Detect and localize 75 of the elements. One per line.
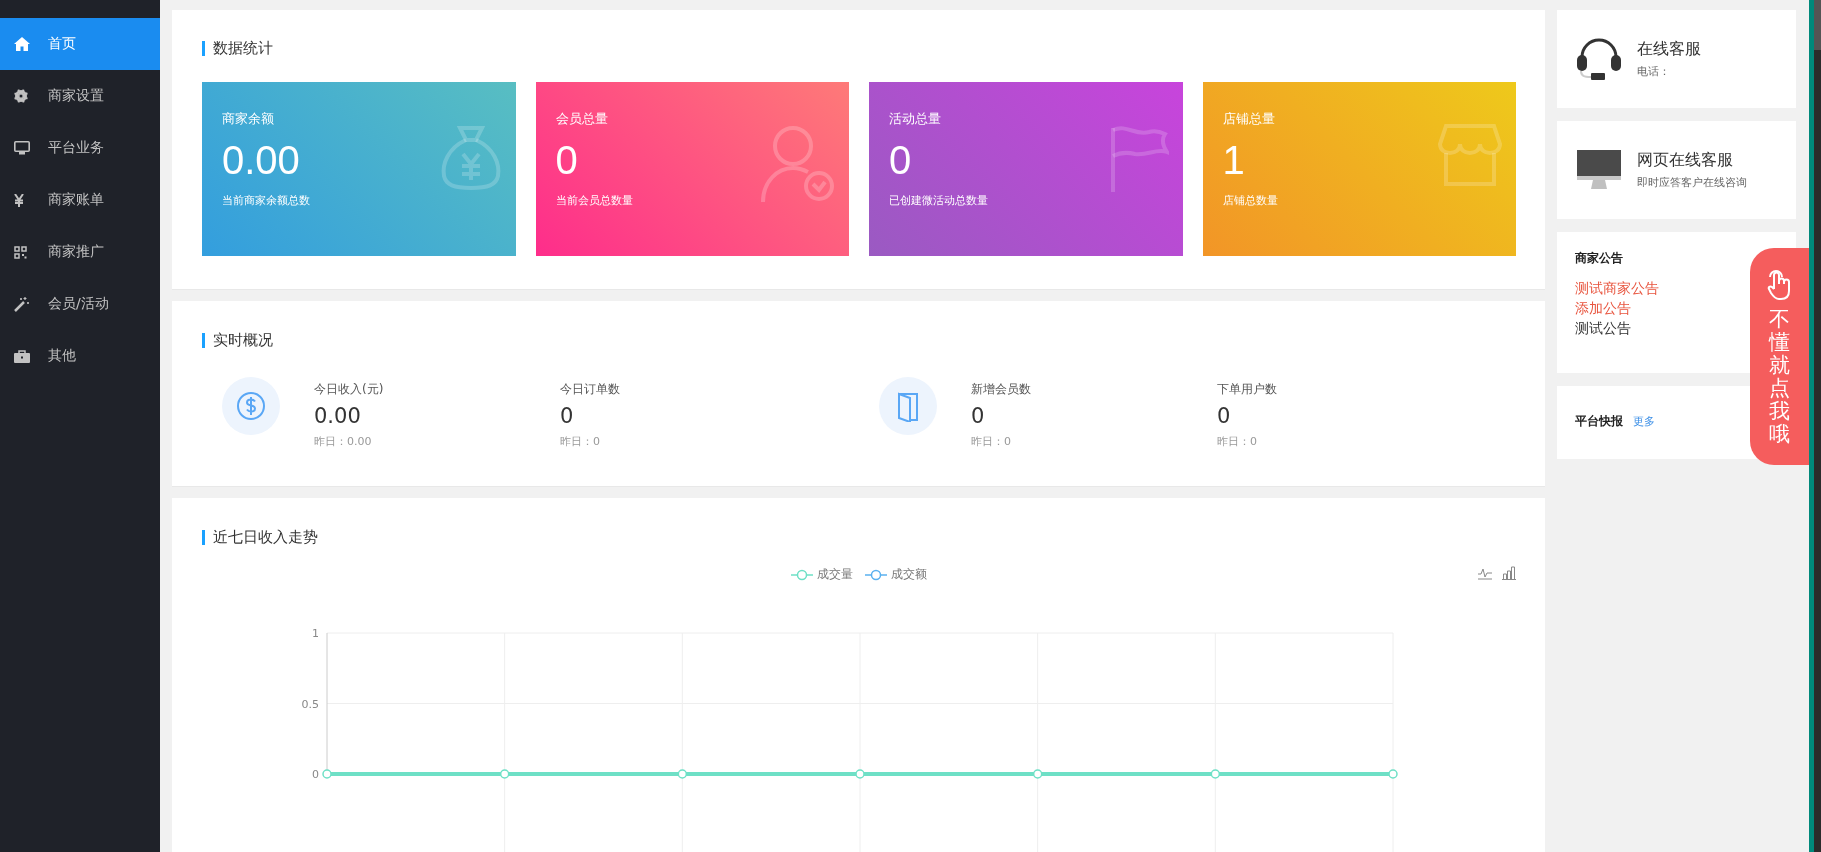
metric-value: 0.00 (314, 404, 362, 428)
news-title: 平台快报 (1575, 413, 1623, 430)
metric-value: 0 (560, 404, 575, 428)
briefcase-icon (14, 349, 30, 363)
data-point (1388, 769, 1398, 779)
data-point (499, 769, 510, 779)
notice-title: 商家公告 (1575, 250, 1624, 267)
sidebar-item[interactable]: 商家推广 (0, 226, 160, 278)
metric-label: 新增会员数 (971, 381, 1032, 398)
sidebar-item[interactable]: 平台业务 (0, 122, 160, 174)
metric-value: 0 (971, 404, 986, 428)
stat-label: 会员总量 (555, 110, 609, 128)
door-icon (895, 390, 921, 422)
settings-icon (14, 89, 28, 103)
sidebar-item[interactable]: 商家设置 (0, 70, 160, 122)
notice-link[interactable]: 测试商家公告 (1575, 280, 1659, 298)
user-check-icon (759, 124, 835, 204)
service-title: 在线客服 (1637, 39, 1701, 60)
metric-value: 0 (1217, 404, 1232, 428)
metric-yesterday: 昨日：0.00 (314, 434, 373, 449)
stat-value: 0 (555, 137, 578, 184)
stat-label: 商家余额 (222, 110, 275, 128)
headset-icon (1577, 37, 1621, 81)
data-point (1032, 769, 1043, 779)
y-tick-label: 0.5 (301, 697, 319, 711)
metric-yesterday: 昨日：0 (560, 434, 601, 449)
monitor-icon (1577, 150, 1621, 190)
yen-icon (14, 193, 24, 207)
sidebar-item[interactable]: 会员/活动 (0, 278, 160, 330)
metric-label: 下单用户数 (1217, 381, 1278, 398)
data-point (677, 769, 688, 779)
dollar-coin-icon (236, 391, 266, 421)
stat-note: 店铺总数量 (1222, 193, 1279, 208)
legend-marker-icon[interactable] (791, 568, 813, 581)
section-title: 实时概况 (202, 333, 273, 348)
section-title: 近七日收入走势 (202, 530, 318, 545)
shop-icon (1438, 124, 1502, 186)
legend-label[interactable]: 成交额 (891, 566, 927, 583)
service-subtitle: 即时应答客户在线咨询 (1637, 175, 1747, 190)
metric-yesterday: 昨日：0 (971, 434, 1012, 449)
service-subtitle: 电话： (1637, 64, 1671, 79)
home-icon (14, 37, 30, 51)
stat-note: 当前会员总数量 (555, 193, 634, 208)
notice-link[interactable]: 添加公告 (1575, 300, 1631, 318)
legend-marker-icon[interactable] (865, 568, 887, 581)
bar-chart-icon[interactable] (1502, 566, 1516, 580)
notice-link[interactable]: 测试公告 (1575, 320, 1631, 338)
pointing-hand-icon (1766, 270, 1793, 300)
sidebar-item[interactable]: 其他 (0, 330, 160, 382)
magic-wand-icon (14, 296, 29, 312)
stat-note: 已创建微活动总数量 (889, 193, 989, 208)
more-link[interactable]: 更多 (1633, 414, 1655, 429)
stat-label: 活动总量 (889, 110, 942, 128)
section-title: 数据统计 (202, 41, 273, 56)
y-tick-label: 1 (312, 627, 319, 640)
y-tick-label: 0 (312, 768, 319, 781)
scrollbar[interactable] (1814, 0, 1821, 852)
qr-code-icon (14, 245, 27, 259)
data-point (855, 769, 865, 779)
stat-value: 0 (889, 137, 912, 184)
stat-note: 当前商家余额总数 (222, 193, 311, 208)
stat-label: 店铺总量 (1222, 110, 1276, 128)
legend-label[interactable]: 成交量 (817, 566, 853, 583)
stat-value: 1 (1222, 137, 1245, 184)
money-bag-icon (439, 124, 502, 190)
data-point (1210, 769, 1221, 779)
metric-label: 今日收入(元) (314, 381, 385, 398)
metric-label: 今日订单数 (560, 381, 621, 398)
service-title: 网页在线客服 (1637, 150, 1734, 171)
metric-yesterday: 昨日：0 (1217, 434, 1258, 449)
monitor-icon (14, 141, 30, 155)
stat-value: 0.00 (222, 137, 300, 184)
sidebar-item[interactable]: 商家账单 (0, 174, 160, 226)
data-point (322, 769, 332, 779)
line-chart-icon[interactable] (1478, 566, 1492, 580)
